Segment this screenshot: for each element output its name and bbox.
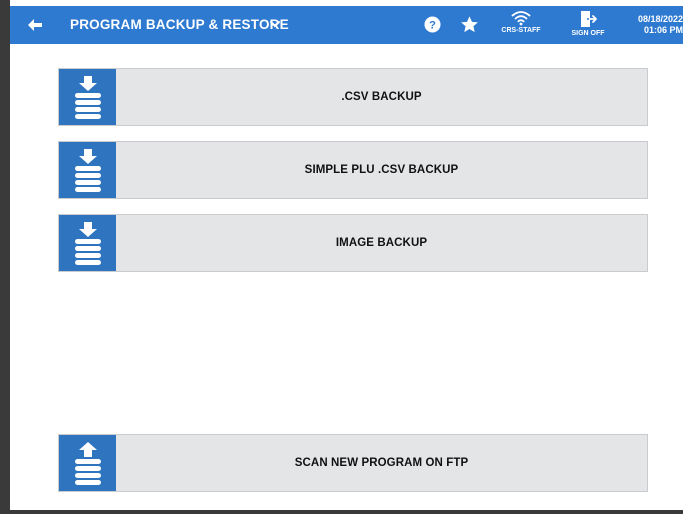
- date-time-display: 08/18/2022 01:06 PM: [624, 14, 683, 36]
- exit-door-icon: [581, 11, 597, 27]
- wifi-network-label: CRS-STAFF: [501, 27, 541, 34]
- bottom-edge: [10, 510, 683, 514]
- sign-off-button[interactable]: SIGN OFF: [566, 9, 610, 43]
- top-bar: PROGRAM BACKUP & RESTORE ? CRS-STAFF SIG…: [10, 6, 683, 44]
- app-window: PROGRAM BACKUP & RESTORE ? CRS-STAFF SIG…: [10, 0, 683, 514]
- help-icon[interactable]: ?: [424, 16, 441, 33]
- sign-off-label: SIGN OFF: [571, 30, 605, 37]
- page-title[interactable]: PROGRAM BACKUP & RESTORE: [70, 17, 289, 32]
- svg-text:?: ?: [429, 20, 436, 32]
- image-backup-button[interactable]: IMAGE BACKUP: [58, 214, 648, 272]
- scan-new-program-ftp-button[interactable]: SCAN NEW PROGRAM ON FTP: [58, 434, 648, 492]
- database-download-icon: [59, 142, 116, 198]
- button-label: SIMPLE PLU .CSV BACKUP: [304, 164, 459, 176]
- network-status[interactable]: CRS-STAFF: [496, 10, 546, 42]
- button-label: SCAN NEW PROGRAM ON FTP: [294, 457, 469, 469]
- current-time: 01:06 PM: [643, 25, 683, 35]
- simple-plu-csv-backup-button[interactable]: SIMPLE PLU .CSV BACKUP: [58, 141, 648, 199]
- favorite-star-icon[interactable]: [460, 15, 479, 34]
- button-label: .CSV BACKUP: [341, 91, 422, 103]
- database-download-icon: [59, 69, 116, 125]
- back-arrow-icon[interactable]: [24, 15, 46, 35]
- current-date: 08/18/2022: [637, 14, 683, 24]
- database-upload-icon: [59, 435, 116, 491]
- chevron-down-icon[interactable]: [269, 18, 281, 30]
- button-label: IMAGE BACKUP: [335, 237, 428, 249]
- database-download-icon: [59, 215, 116, 271]
- csv-backup-button[interactable]: .CSV BACKUP: [58, 68, 648, 126]
- wifi-icon: [511, 11, 531, 26]
